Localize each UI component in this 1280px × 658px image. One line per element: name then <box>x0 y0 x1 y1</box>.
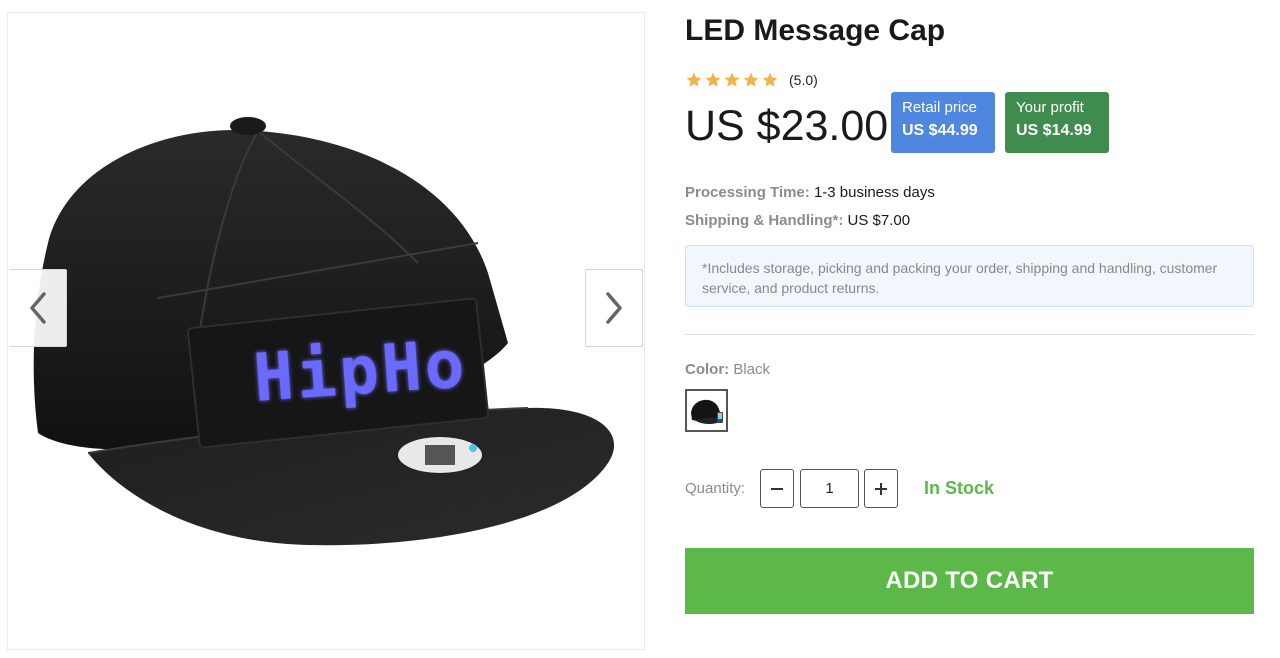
rating-score: (5.0) <box>789 72 818 88</box>
product-image: HipHo <box>33 117 615 546</box>
shipping-value: US $7.00 <box>847 212 911 229</box>
add-to-cart-button[interactable]: ADD TO CART <box>685 548 1254 614</box>
quantity-increase-button[interactable] <box>864 469 898 508</box>
profit-badge: Your profit US $14.99 <box>1005 92 1109 153</box>
minus-icon <box>771 487 783 490</box>
rating-stars <box>685 71 779 89</box>
divider <box>685 334 1254 335</box>
shipping-note: *Includes storage, picking and packing y… <box>685 245 1254 307</box>
prev-image-button[interactable] <box>9 269 67 347</box>
processing-time-label: Processing Time: <box>685 184 810 201</box>
color-swatch-black[interactable] <box>685 389 728 432</box>
next-image-button[interactable] <box>585 269 643 347</box>
processing-time: Processing Time: 1-3 business days <box>685 184 935 201</box>
color-label: Color: <box>685 361 730 378</box>
quantity-decrease-button[interactable] <box>760 469 794 508</box>
profit-value: US $14.99 <box>1016 122 1092 139</box>
product-rating[interactable]: (5.0) <box>685 71 818 89</box>
retail-price-badge: Retail price US $44.99 <box>891 92 995 153</box>
profit-label: Your profit <box>1016 99 1084 116</box>
color-swatch-thumbnail <box>687 391 726 430</box>
product-title: LED Message Cap <box>685 14 946 47</box>
plus-icon <box>875 482 887 495</box>
shipping-label: Shipping & Handling*: <box>685 212 844 229</box>
retail-price-label: Retail price <box>902 99 978 116</box>
shipping-handling: Shipping & Handling*: US $7.00 <box>685 212 910 229</box>
color-selector-label: Color: Black <box>685 361 770 378</box>
chevron-left-icon <box>29 292 46 324</box>
star-icon <box>686 72 702 87</box>
color-value: Black <box>733 361 771 378</box>
star-icon <box>705 72 721 87</box>
retail-price-value: US $44.99 <box>902 122 978 139</box>
product-price: US $23.00 <box>685 102 889 150</box>
stock-status: In Stock <box>924 478 995 498</box>
processing-time-value: 1-3 business days <box>813 184 935 201</box>
chevron-right-icon <box>606 292 622 324</box>
led-message: HipHo <box>251 325 470 417</box>
product-image-gallery: HipHo <box>7 12 645 650</box>
star-icon <box>762 72 778 87</box>
star-icon <box>743 72 759 87</box>
quantity-label: Quantity: <box>685 480 746 497</box>
star-icon <box>724 72 740 87</box>
quantity-input[interactable] <box>800 469 859 508</box>
